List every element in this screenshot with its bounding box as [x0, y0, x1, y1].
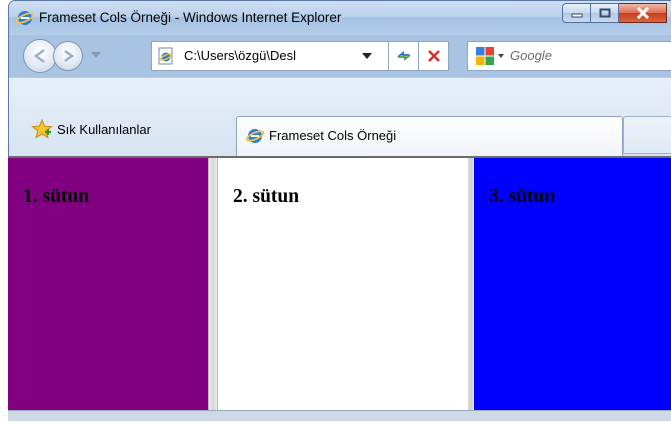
back-arrow-icon: [33, 49, 45, 63]
title-bar: Frameset Cols Örneği - Windows Internet …: [9, 1, 671, 35]
caption-buttons: [562, 3, 667, 25]
tab-bar: Sık Kullanılanlar Frameset Cols Örneği: [9, 77, 671, 158]
refresh-icon: [396, 51, 411, 61]
window-title: Frameset Cols Örneği - Windows Internet …: [39, 10, 342, 25]
favorites-button[interactable]: Sık Kullanılanlar: [31, 118, 151, 140]
frame-column-1: 1. sütun: [8, 158, 208, 412]
close-button[interactable]: [619, 3, 667, 23]
navigation-bar: C:\Users\özgü\Desl Google: [9, 35, 671, 77]
forward-button[interactable]: [53, 41, 83, 71]
ie-logo-icon: [246, 129, 264, 143]
tab-label: Frameset Cols Örneği: [269, 128, 397, 143]
stop-button[interactable]: [419, 41, 449, 71]
google-logo-icon: [476, 47, 494, 65]
back-button[interactable]: [23, 39, 57, 73]
status-bar-edge: [8, 410, 671, 421]
stop-icon: [427, 50, 440, 62]
forward-arrow-icon: [64, 49, 75, 63]
maximize-icon: [599, 8, 610, 18]
tab-active[interactable]: Frameset Cols Örneği: [236, 116, 623, 156]
minimize-button[interactable]: [562, 3, 591, 23]
frame-separator-1[interactable]: [208, 158, 218, 412]
address-bar[interactable]: C:\Users\özgü\Desl: [151, 41, 389, 71]
address-dropdown-icon[interactable]: [362, 53, 372, 59]
minimize-icon: [571, 13, 582, 18]
frame-column-3: 3. sütun: [474, 158, 671, 412]
frame-1-heading: 1. sütun: [23, 186, 90, 207]
search-box[interactable]: Google: [467, 41, 671, 71]
ie-logo-icon: [16, 11, 34, 25]
frame-2-heading: 2. sütun: [233, 186, 300, 207]
close-icon: [636, 7, 649, 19]
address-input[interactable]: C:\Users\özgü\Desl: [184, 48, 356, 63]
frame-3-heading: 3. sütun: [489, 186, 556, 207]
favorites-label: Sık Kullanılanlar: [57, 121, 151, 137]
page-icon: [158, 47, 173, 65]
new-tab-button[interactable]: [623, 116, 671, 154]
star-icon: [31, 119, 53, 139]
frameset-content: 1. sütun 2. sütun 3. sütun: [8, 156, 671, 412]
maximize-button[interactable]: [591, 3, 619, 23]
recent-pages-dropdown[interactable]: [91, 52, 101, 58]
refresh-button[interactable]: [389, 41, 419, 71]
frame-column-2: 2. sütun: [218, 158, 468, 412]
search-input[interactable]: Google: [510, 48, 552, 63]
search-provider-dropdown-icon[interactable]: [498, 54, 504, 58]
